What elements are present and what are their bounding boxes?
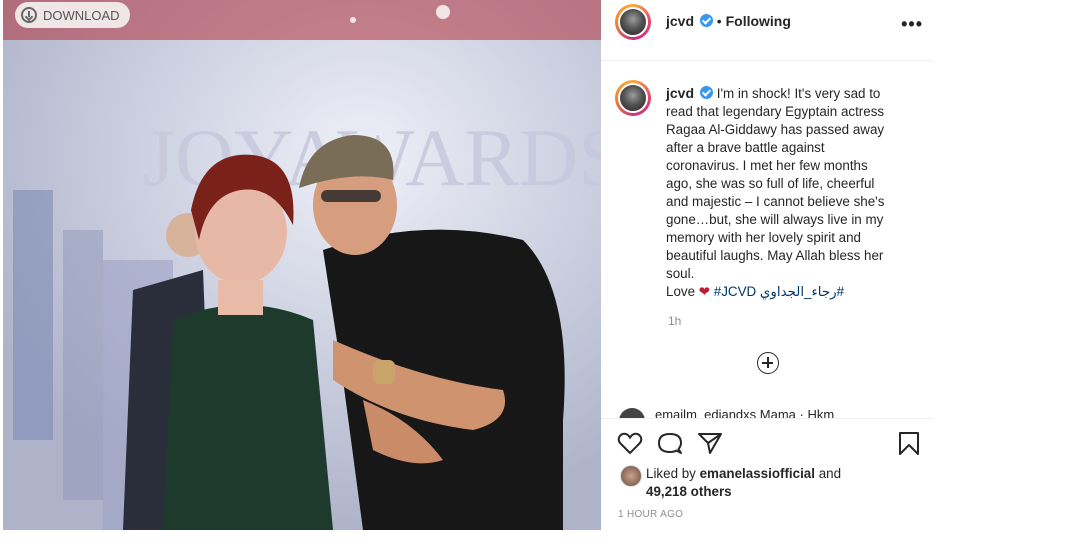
verified-badge-icon	[700, 86, 714, 99]
save-bookmark-icon[interactable]	[898, 431, 920, 457]
download-icon	[21, 7, 37, 23]
post-header: jcvd • Following •••	[601, 0, 933, 61]
likes-prefix: Liked by	[646, 466, 696, 481]
heart-emoji-icon: ❤	[698, 284, 711, 299]
post-photo[interactable]: JOYAWARDS DOWNLOAD	[3, 0, 601, 530]
share-icon[interactable]	[697, 431, 723, 455]
partial-comment-text: emailm_ediandxs Mama · Hkm	[655, 407, 835, 418]
caption-time: 1h	[668, 314, 682, 328]
hashtag-jcvd[interactable]: #JCVD	[714, 284, 756, 299]
author-username[interactable]: jcvd	[666, 13, 694, 29]
caption-username[interactable]: jcvd	[666, 85, 694, 101]
likes-count[interactable]: 49,218 others	[646, 484, 732, 499]
author-avatar[interactable]	[615, 4, 651, 40]
commenter-avatar[interactable]	[619, 408, 645, 418]
partial-comment: emailm_ediandxs Mama · Hkm	[619, 404, 919, 418]
download-label: DOWNLOAD	[43, 7, 120, 23]
likes-connector: and	[818, 466, 842, 481]
caption-avatar[interactable]	[615, 80, 651, 116]
caption-text: I'm in shock! It's very sad to read that…	[666, 86, 885, 281]
header-user-row: jcvd • Following	[666, 13, 791, 29]
verified-badge-icon	[699, 14, 713, 27]
like-heart-icon[interactable]	[617, 431, 643, 455]
post-side-panel: jcvd • Following ••• jcvd I'm in shock! …	[601, 0, 933, 530]
caption-love-word: Love	[666, 284, 696, 299]
liker-avatar[interactable]	[620, 465, 642, 487]
post-actions: Liked by emanelassiofficial and 49,218 o…	[601, 418, 933, 531]
hashtag-arabic[interactable]: #رجاء_الجداوي	[760, 284, 844, 299]
likes-summary: Liked by emanelassiofficial and 49,218 o…	[646, 465, 841, 501]
comment-icon[interactable]	[657, 431, 683, 455]
more-options-icon[interactable]: •••	[901, 14, 923, 35]
header-separator: •	[716, 13, 722, 29]
post-caption: jcvd I'm in shock! It's very sad to read…	[666, 84, 896, 301]
photo-illustration: JOYAWARDS	[3, 0, 601, 530]
following-button[interactable]: Following	[726, 13, 791, 29]
download-button[interactable]: DOWNLOAD	[15, 2, 130, 28]
load-more-comments-icon[interactable]	[757, 352, 779, 374]
liker-username[interactable]: emanelassiofficial	[700, 466, 815, 481]
post-timestamp: 1 HOUR AGO	[618, 509, 684, 520]
